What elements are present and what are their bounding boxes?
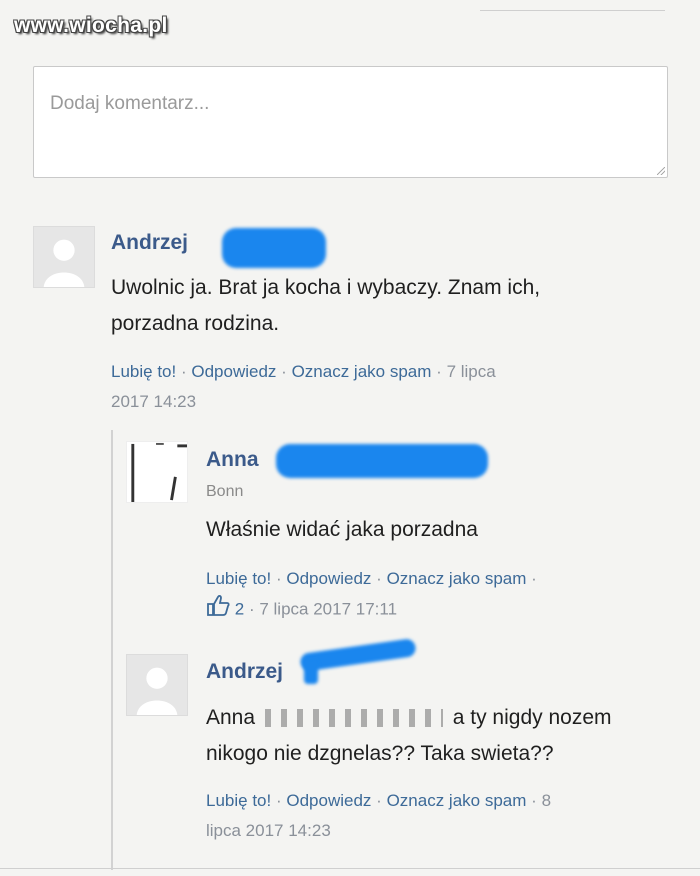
comment-author[interactable]: Andrzej [111, 231, 188, 255]
comment-input[interactable] [34, 67, 667, 177]
redacted-name [264, 709, 443, 728]
author-location: Bonn [206, 483, 244, 500]
resize-grip-icon[interactable] [657, 167, 665, 175]
reply-link[interactable]: Odpowiedz [286, 569, 371, 588]
comment-date[interactable]: 7 lipca 2017 17:11 [259, 599, 397, 618]
redaction-mark [222, 228, 326, 268]
comment-meta: Lubię to! · Odpowiedz · Oznacz jako spam… [111, 362, 496, 411]
like-link[interactable]: Lubię to! [111, 362, 176, 381]
comment-date[interactable]: 7 lipca [447, 362, 496, 381]
spam-link[interactable]: Oznacz jako spam [292, 362, 432, 381]
comment-meta: Lubię to! · Odpowiedz · Oznacz jako spam… [206, 564, 666, 626]
redaction-mark [304, 660, 318, 684]
avatar [126, 441, 188, 503]
comment-date-cont[interactable]: 2017 14:23 [111, 392, 196, 411]
comment-input-box[interactable] [33, 66, 668, 178]
avatar [126, 654, 188, 716]
comment-text: Właśnie widać jaka porzadna [206, 518, 478, 541]
divider [0, 868, 700, 869]
comment-meta: Lubię to! · Odpowiedz · Oznacz jako spam… [206, 791, 552, 840]
divider [480, 10, 665, 11]
redaction-mark [276, 444, 488, 478]
spam-link[interactable]: Oznacz jako spam [387, 791, 527, 810]
comment-author[interactable]: Anna [206, 448, 259, 472]
comment-text: Anna a ty nigdy nozem nikogo nie dzgnela… [206, 706, 612, 765]
spam-link[interactable]: Oznacz jako spam [387, 569, 527, 588]
reply-link[interactable]: Odpowiedz [191, 362, 276, 381]
likes-count: 2 [234, 599, 245, 619]
site-watermark: www.wiocha.pl [14, 14, 168, 37]
comment-text: Uwolnic ja. Brat ja kocha i wybaczy. Zna… [111, 276, 541, 335]
comment-author[interactable]: Andrzej [206, 660, 283, 684]
comment-date-cont[interactable]: lipca 2017 14:23 [206, 821, 331, 840]
like-link[interactable]: Lubię to! [206, 569, 271, 588]
reply-link[interactable]: Odpowiedz [286, 791, 371, 810]
like-link[interactable]: Lubię to! [206, 791, 271, 810]
thumbs-up-icon [206, 594, 230, 626]
thread-line [111, 430, 113, 870]
avatar [33, 226, 95, 288]
comment-date[interactable]: 8 [542, 791, 551, 810]
